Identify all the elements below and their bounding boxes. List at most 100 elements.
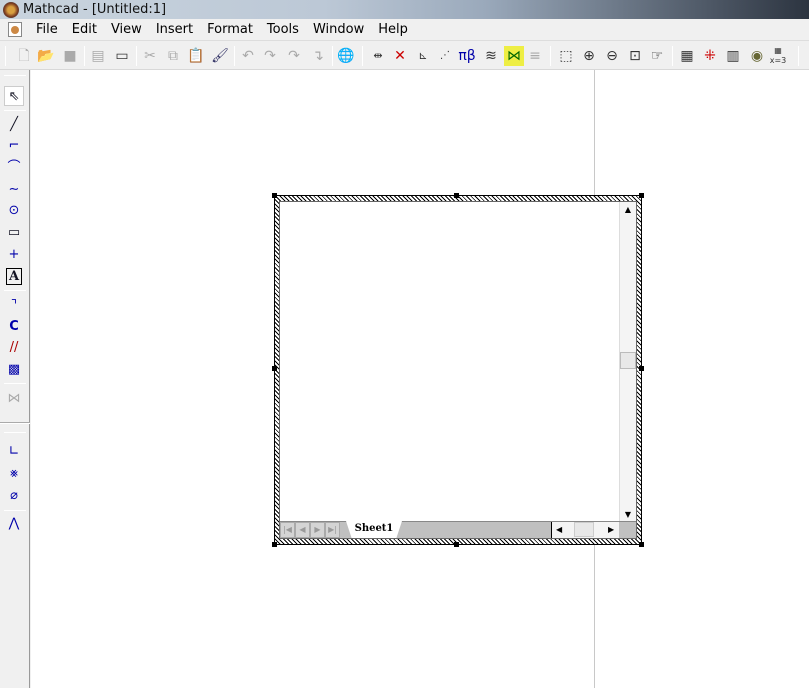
arc-tool-icon[interactable]: ⌝ bbox=[4, 296, 24, 316]
scroll-left-icon[interactable]: ◀ bbox=[556, 522, 562, 538]
curve-icon[interactable]: ∼ bbox=[4, 180, 24, 200]
spline-tool-icon[interactable]: C bbox=[4, 317, 24, 337]
text-icon-label: A bbox=[5, 268, 23, 285]
hand-icon[interactable]: ☞ bbox=[647, 46, 667, 66]
component-icon[interactable]: ⋈ bbox=[504, 46, 524, 66]
menu-view[interactable]: View bbox=[105, 22, 148, 37]
new-icon[interactable]: 🗋 bbox=[14, 46, 34, 66]
hatching-icon[interactable]: // bbox=[4, 338, 24, 358]
delete-cells-icon[interactable]: ⁜ bbox=[700, 46, 720, 66]
last-sheet-icon[interactable]: ▶| bbox=[325, 522, 340, 538]
prev-sheet-icon[interactable]: ◀ bbox=[295, 522, 310, 538]
resize-handle[interactable] bbox=[272, 542, 277, 547]
sheet-tab-bar: |◀ ◀ ▶ ▶| Sheet1 ◀ ▶ bbox=[280, 521, 636, 538]
resize-handle[interactable] bbox=[272, 366, 277, 371]
cut-icon[interactable]: ✂ bbox=[140, 46, 160, 66]
circle-icon[interactable]: ⊙ bbox=[4, 201, 24, 221]
properties-icon[interactable]: ≡ bbox=[525, 46, 545, 66]
zoom-out-icon[interactable]: ⊖ bbox=[602, 46, 622, 66]
resources-globe-icon[interactable]: 🌐 bbox=[336, 46, 356, 66]
angle-icon[interactable]: ⋀ bbox=[4, 514, 24, 534]
separator bbox=[332, 46, 333, 66]
delete-operator-icon[interactable]: ✕ bbox=[390, 46, 410, 66]
embedded-spreadsheet-frame[interactable]: ▲ ▼ |◀ ◀ ▶ ▶| Sheet1 ◀ ▶ bbox=[272, 193, 644, 547]
open-icon[interactable]: 📂 bbox=[36, 46, 56, 66]
scroll-right-icon[interactable]: ▶ bbox=[608, 522, 614, 538]
pi-beta-icon[interactable]: πβ bbox=[457, 46, 477, 66]
table-icon-label: x=3 bbox=[769, 56, 787, 65]
separator bbox=[84, 46, 85, 66]
spreadsheet-area[interactable]: ▲ ▼ |◀ ◀ ▶ ▶| Sheet1 ◀ ▶ bbox=[279, 201, 637, 539]
first-sheet-icon[interactable]: |◀ bbox=[280, 522, 295, 538]
xy-plot-icon[interactable]: ⋰ bbox=[435, 46, 455, 66]
insert-operator-icon[interactable]: ⇹ bbox=[368, 46, 388, 66]
menu-file[interactable]: File bbox=[30, 22, 64, 37]
select-arrow-icon[interactable]: ⇖ bbox=[4, 86, 24, 106]
menu-tools[interactable]: Tools bbox=[261, 22, 305, 37]
intersect-icon[interactable]: ⨳ bbox=[4, 464, 24, 484]
resize-handle[interactable] bbox=[272, 193, 277, 198]
menu-edit[interactable]: Edit bbox=[66, 22, 103, 37]
line-icon[interactable]: ╱ bbox=[4, 115, 24, 135]
format-painter-icon[interactable]: 🖌 bbox=[210, 46, 230, 66]
scroll-thumb[interactable] bbox=[620, 352, 636, 369]
resize-handle[interactable] bbox=[639, 366, 644, 371]
fill-pattern-icon[interactable]: ▩ bbox=[4, 360, 24, 380]
title-bar: Mathcad - [Untitled:1] bbox=[0, 0, 809, 19]
resize-handle[interactable] bbox=[454, 542, 459, 547]
print-preview-icon[interactable]: ▤ bbox=[88, 46, 108, 66]
copy-icon[interactable]: ⧉ bbox=[163, 46, 183, 66]
rectangle-icon[interactable]: ▭ bbox=[4, 223, 24, 243]
horizontal-scrollbar[interactable]: ◀ ▶ bbox=[551, 522, 619, 538]
resize-handle[interactable] bbox=[639, 542, 644, 547]
insert-region-icon[interactable]: ▭ bbox=[112, 46, 132, 66]
redo-icon[interactable]: ↷ bbox=[284, 46, 304, 66]
resize-handle[interactable] bbox=[454, 193, 459, 198]
toolbar-grip[interactable] bbox=[798, 46, 799, 66]
chart-icon[interactable]: ◉ bbox=[747, 46, 767, 66]
menu-bar: File Edit View Insert Format Tools Windo… bbox=[0, 19, 809, 41]
zoom-in-icon[interactable]: ⊕ bbox=[579, 46, 599, 66]
polyline-icon[interactable]: ⌐ bbox=[4, 136, 24, 156]
scroll-up-icon[interactable]: ▲ bbox=[620, 202, 636, 218]
toolbar-grip[interactable] bbox=[5, 46, 6, 66]
document-icon[interactable] bbox=[8, 22, 22, 37]
next-sheet-icon[interactable]: ▶ bbox=[310, 522, 325, 538]
arc-icon[interactable]: ⌒ bbox=[4, 158, 24, 178]
undo-list-icon[interactable]: ↷ bbox=[260, 46, 280, 66]
toolbar-grip[interactable] bbox=[4, 75, 26, 76]
menu-help[interactable]: Help bbox=[372, 22, 414, 37]
toolbar-divider bbox=[0, 422, 30, 424]
layers-icon[interactable]: ≋ bbox=[481, 46, 501, 66]
ellipse-intersect-icon[interactable]: ⌀ bbox=[4, 486, 24, 506]
separator bbox=[4, 510, 26, 511]
resize-handle[interactable] bbox=[639, 193, 644, 198]
horizontal-scroll-thumb[interactable] bbox=[574, 522, 594, 537]
undo-icon[interactable]: ↶ bbox=[238, 46, 258, 66]
toolbar-grip[interactable] bbox=[4, 432, 26, 433]
separator bbox=[4, 110, 26, 111]
save-icon[interactable]: ■ bbox=[60, 46, 80, 66]
point-icon[interactable]: + bbox=[4, 245, 24, 265]
separator bbox=[234, 46, 235, 66]
redo-list-icon[interactable]: ↴ bbox=[308, 46, 328, 66]
zoom-region-icon[interactable]: ⬚ bbox=[556, 46, 576, 66]
separator bbox=[4, 383, 26, 384]
insert-cols-icon[interactable]: ▥ bbox=[723, 46, 743, 66]
menu-insert[interactable]: Insert bbox=[150, 22, 199, 37]
paste-icon[interactable]: 📋 bbox=[186, 46, 206, 66]
mathcad-app-icon[interactable] bbox=[3, 1, 19, 18]
insert-rows-icon[interactable]: ▦ bbox=[677, 46, 697, 66]
component-disabled-icon[interactable]: ⋈ bbox=[4, 389, 24, 409]
tab-sheet1[interactable]: Sheet1 bbox=[346, 521, 402, 538]
fit-to-window-icon[interactable]: ⊡ bbox=[625, 46, 645, 66]
units-icon[interactable]: ⊾ bbox=[413, 46, 433, 66]
table-icon[interactable]: ▦ x=3 bbox=[768, 46, 788, 66]
text-icon[interactable]: A bbox=[4, 267, 24, 287]
vertical-scrollbar[interactable]: ▲ ▼ bbox=[619, 202, 636, 523]
menu-format[interactable]: Format bbox=[201, 22, 259, 37]
menu-window[interactable]: Window bbox=[307, 22, 370, 37]
dimension-icon[interactable]: ∟ bbox=[4, 442, 24, 462]
separator bbox=[4, 290, 26, 291]
separator bbox=[672, 46, 673, 66]
